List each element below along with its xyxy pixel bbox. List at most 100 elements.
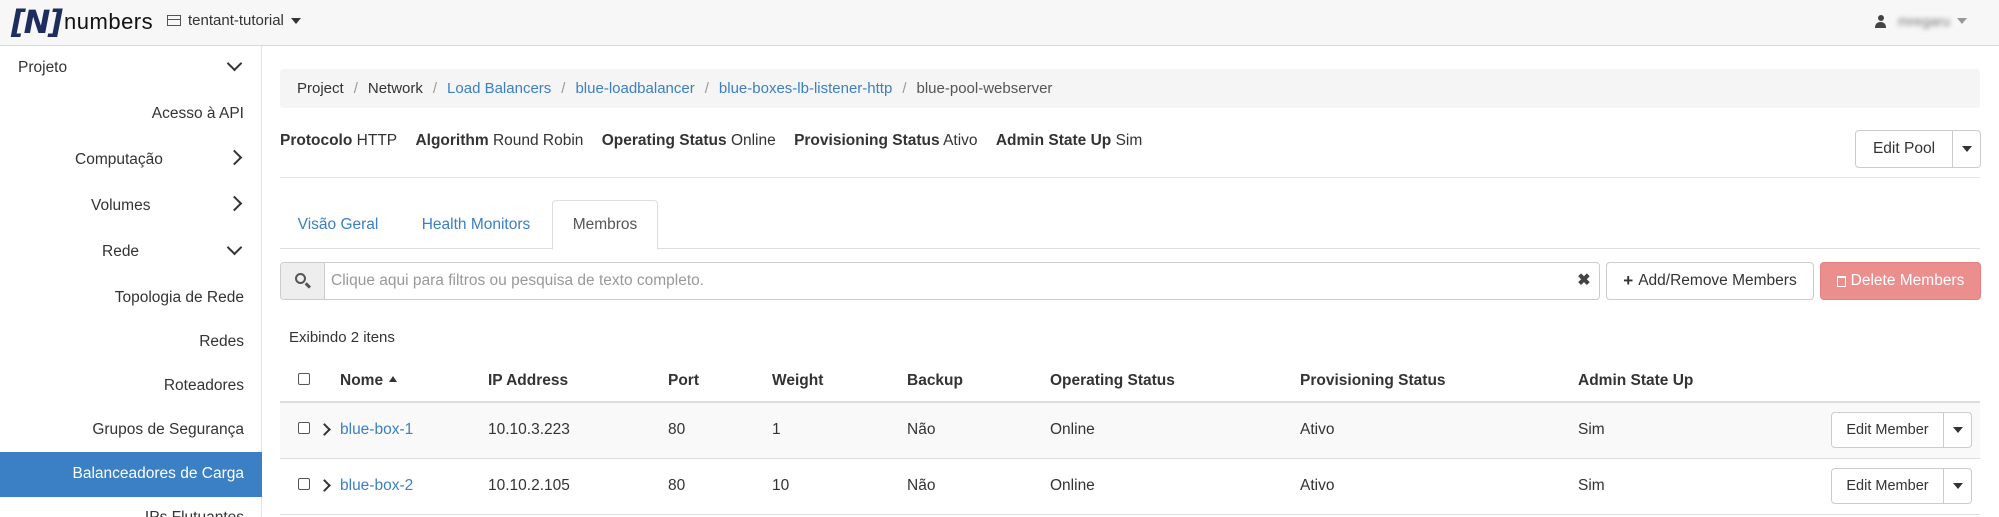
row-checkbox[interactable] <box>298 422 310 435</box>
member-name-link[interactable]: blue-box-2 <box>340 477 413 494</box>
filter-search-bar: ✖ <box>280 262 1600 300</box>
member-operating-status: Online <box>1050 402 1300 459</box>
edit-member-dropdown-toggle[interactable] <box>1944 412 1972 449</box>
pool-detail-summary: Protocolo HTTP Algorithm Round Robin Ope… <box>280 132 1156 150</box>
column-header-nome[interactable]: Nome <box>340 360 488 403</box>
sidebar-item-grupos-seguranca[interactable]: Grupos de Segurança <box>0 410 262 450</box>
edit-pool-button[interactable]: Edit Pool <box>1855 130 1953 168</box>
delete-members-button[interactable]: Delete Members <box>1820 262 1981 300</box>
user-menu[interactable]: mregaru <box>1874 13 1967 29</box>
project-name: tentant-tutorial <box>188 12 284 29</box>
expand-row-icon[interactable] <box>318 479 331 492</box>
search-button[interactable] <box>281 263 325 299</box>
member-admin-state: Sim <box>1578 458 1778 515</box>
caret-down-icon <box>1957 18 1967 24</box>
row-actions: Edit Member <box>1778 412 1980 449</box>
admin-state-value: Sim <box>1115 132 1143 149</box>
column-header-operating-status[interactable]: Operating Status <box>1050 360 1300 403</box>
column-header-ip[interactable]: IP Address <box>488 360 668 403</box>
sidebar-item-topologia[interactable]: Topologia de Rede <box>0 278 262 318</box>
sidebar-item-label: Computação <box>75 151 163 168</box>
edit-pool-dropdown-toggle[interactable] <box>1953 130 1981 168</box>
add-remove-members-button[interactable]: + Add/Remove Members <box>1606 262 1814 300</box>
search-input[interactable] <box>325 263 1569 299</box>
breadcrumb-separator: / <box>902 80 907 97</box>
sidebar-item-rede[interactable]: Rede <box>0 232 262 272</box>
logo-mark: [N] <box>11 3 63 41</box>
column-header-provisioning-status[interactable]: Provisioning Status <box>1300 360 1578 403</box>
member-port: 80 <box>668 458 772 515</box>
top-navbar: [N] numbers tentant-tutorial mregaru <box>0 0 1999 46</box>
search-icon <box>295 273 306 284</box>
operating-status-value: Online <box>730 132 776 149</box>
brand-logo[interactable]: [N] numbers <box>11 3 154 41</box>
sidebar-item-label: Rede <box>102 243 140 260</box>
sidebar-item-acesso-api[interactable]: Acesso à API <box>0 94 262 134</box>
tab-bar: Visão Geral Health Monitors Membros <box>280 200 1980 250</box>
member-provisioning-status: Ativo <box>1300 458 1578 515</box>
edit-member-dropdown-toggle[interactable] <box>1944 468 1972 504</box>
edit-member-button[interactable]: Edit Member <box>1831 412 1944 449</box>
admin-state-label: Admin State Up <box>995 132 1112 149</box>
algorithm-label: Algorithm <box>415 132 489 149</box>
caret-down-icon <box>1952 427 1963 434</box>
breadcrumb-loadbalancer[interactable]: blue-loadbalancer <box>575 80 694 97</box>
sort-ascending-icon <box>389 375 398 382</box>
sidebar-item-ips-flutuantes[interactable]: IPs Flutuantes <box>0 500 262 517</box>
sidebar-item-projeto[interactable]: Projeto <box>0 48 262 88</box>
algorithm-value: Round Robin <box>492 132 584 149</box>
edit-member-button[interactable]: Edit Member <box>1831 468 1944 504</box>
provisioning-status-label: Provisioning Status <box>794 132 940 149</box>
protocol-value: HTTP <box>356 132 398 149</box>
caret-down-icon <box>290 17 301 24</box>
chevron-down-icon <box>226 56 244 74</box>
sidebar: Projeto Acesso à API Computação Volumes … <box>0 46 262 517</box>
caret-down-icon <box>1952 483 1963 489</box>
member-backup: Não <box>907 402 1050 459</box>
breadcrumb-load-balancers[interactable]: Load Balancers <box>447 80 551 97</box>
select-all-checkbox[interactable] <box>298 372 310 385</box>
chevron-right-icon <box>228 148 246 166</box>
item-count: Exibindo 2 itens <box>289 329 395 346</box>
breadcrumb-network: Network <box>367 80 423 97</box>
trash-icon <box>1836 275 1846 287</box>
row-actions: Edit Member <box>1778 468 1980 504</box>
sidebar-item-label: Topologia de Rede <box>114 289 244 306</box>
clear-search-icon[interactable]: ✖ <box>1569 263 1599 299</box>
sidebar-item-computacao[interactable]: Computação <box>0 140 262 180</box>
breadcrumb-separator: / <box>432 80 438 97</box>
caret-down-icon <box>1961 146 1972 152</box>
tab-health-monitors[interactable]: Health Monitors <box>403 200 549 249</box>
breadcrumb-listener[interactable]: blue-boxes-lb-listener-http <box>719 80 892 97</box>
members-table: Nome IP Address Port Weight Backup Opera… <box>280 360 1980 515</box>
table-row: blue-box-1 10.10.3.223 80 1 Não Online A… <box>280 402 1980 459</box>
sidebar-item-label: IPs Flutuantes <box>145 509 244 517</box>
chevron-down-icon <box>226 240 244 258</box>
tab-membros[interactable]: Membros <box>552 200 658 250</box>
provisioning-status-value: Ativo <box>943 132 978 149</box>
sidebar-item-volumes[interactable]: Volumes <box>0 186 262 226</box>
breadcrumb-project: Project <box>297 80 344 97</box>
expand-row-icon[interactable] <box>318 423 331 437</box>
tab-visao-geral[interactable]: Visão Geral <box>280 200 396 249</box>
column-header-admin-state[interactable]: Admin State Up <box>1578 360 1778 403</box>
row-checkbox[interactable] <box>298 478 310 490</box>
sidebar-item-roteadores[interactable]: Roteadores <box>0 366 262 406</box>
sidebar-item-redes[interactable]: Redes <box>0 322 262 362</box>
member-provisioning-status: Ativo <box>1300 402 1578 459</box>
column-header-backup[interactable]: Backup <box>907 360 1050 403</box>
member-backup: Não <box>907 458 1050 515</box>
user-name: mregaru <box>1897 13 1950 29</box>
logo-wordmark: numbers <box>64 9 154 34</box>
column-header-weight[interactable]: Weight <box>772 360 907 403</box>
sidebar-item-balanceadores[interactable]: Balanceadores de Carga <box>0 452 262 497</box>
column-header-port[interactable]: Port <box>668 360 772 403</box>
delete-members-label: Delete Members <box>1850 272 1965 289</box>
divider <box>280 177 1980 178</box>
operating-status-label: Operating Status <box>601 132 727 149</box>
member-name-link[interactable]: blue-box-1 <box>340 421 413 438</box>
sidebar-item-label: Acesso à API <box>151 105 244 122</box>
member-port: 80 <box>668 402 772 459</box>
sidebar-item-label: Balanceadores de Carga <box>72 465 244 482</box>
project-selector[interactable]: tentant-tutorial <box>167 12 301 29</box>
